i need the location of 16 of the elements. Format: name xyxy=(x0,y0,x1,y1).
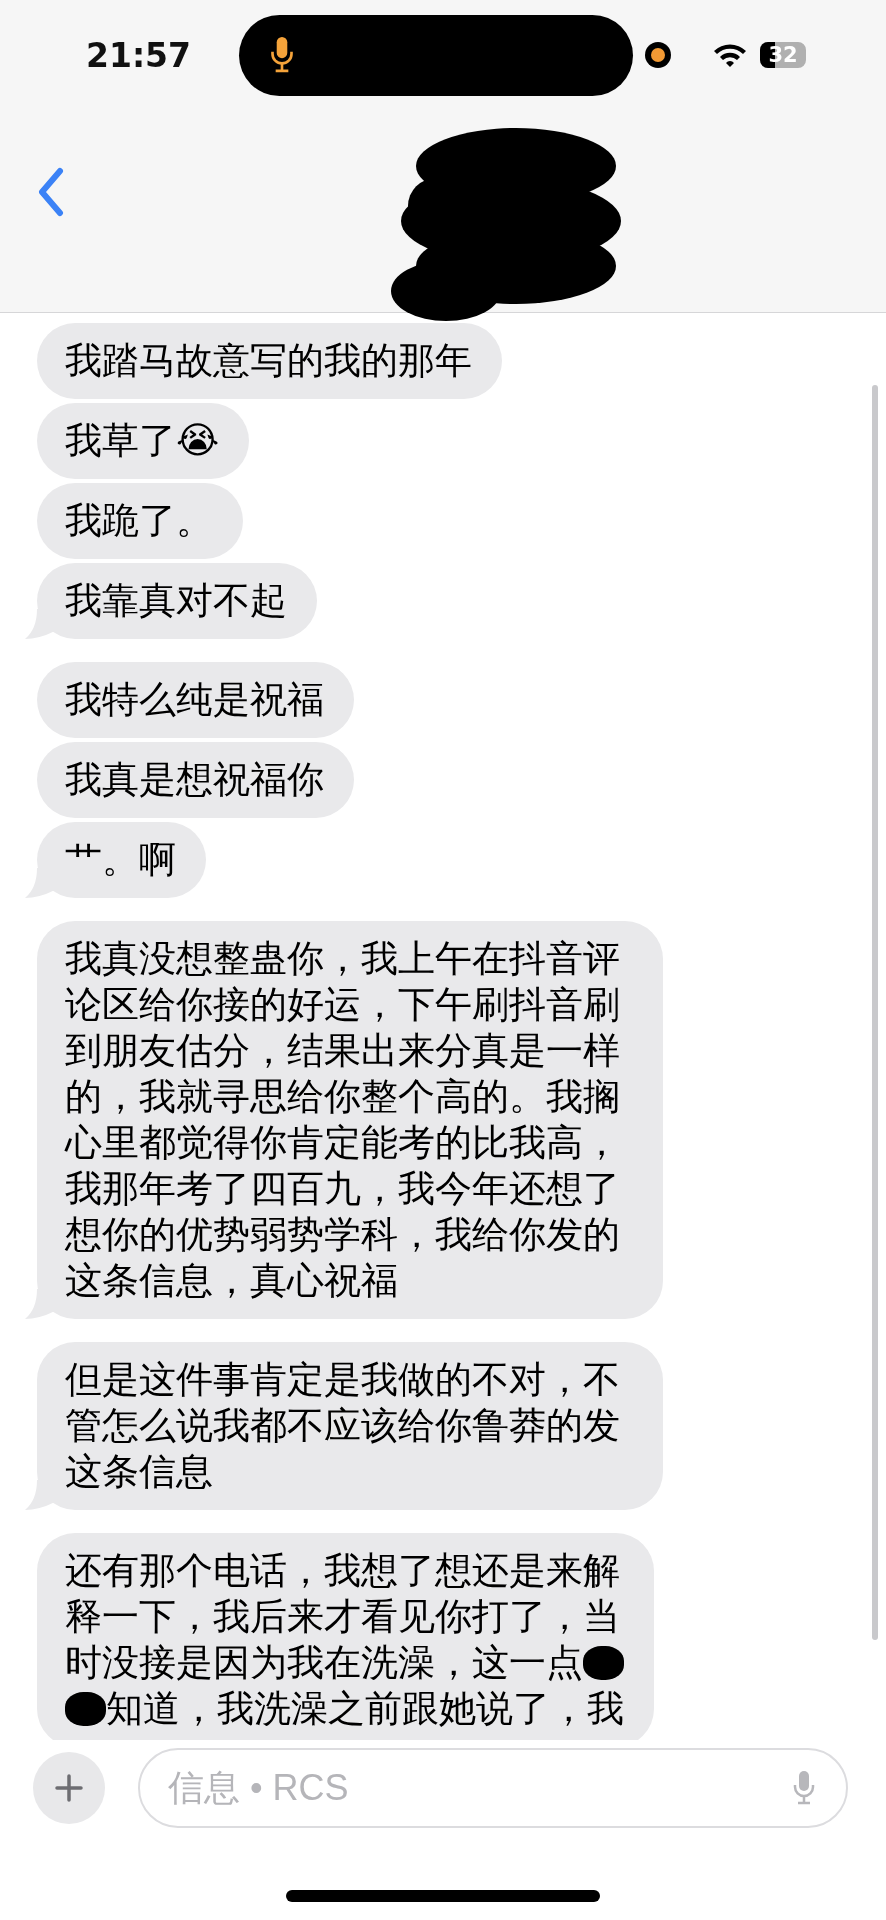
microphone-icon xyxy=(269,36,295,74)
message-text: 知道，我洗澡之前跟她说了，我 xyxy=(105,1686,624,1732)
plus-icon[interactable] xyxy=(54,1773,84,1803)
status-time: 21:57 xyxy=(86,35,193,75)
message-bubble: 我真是想祝福你 xyxy=(37,742,354,818)
message-text: 时没接是因为我在洗澡，这一点 xyxy=(65,1640,583,1686)
microphone-icon[interactable] xyxy=(792,1770,816,1806)
message-input-field[interactable]: 信息 • RCS xyxy=(138,1748,848,1828)
message-text: 还有那个电话，我想了想还是来解 xyxy=(65,1548,620,1594)
message-bubble: 我特么纯是祝福 xyxy=(37,662,354,738)
message-text: 释一下，我后来才看见你打了，当 xyxy=(65,1594,620,1640)
message-bubble: 我踏马故意写的我的那年 xyxy=(37,323,502,399)
recording-indicator-icon xyxy=(644,41,672,69)
message-bubble: 我跪了。 xyxy=(37,483,243,559)
message-bubble: 我草了😭 xyxy=(37,403,250,479)
back-icon[interactable] xyxy=(36,167,66,217)
